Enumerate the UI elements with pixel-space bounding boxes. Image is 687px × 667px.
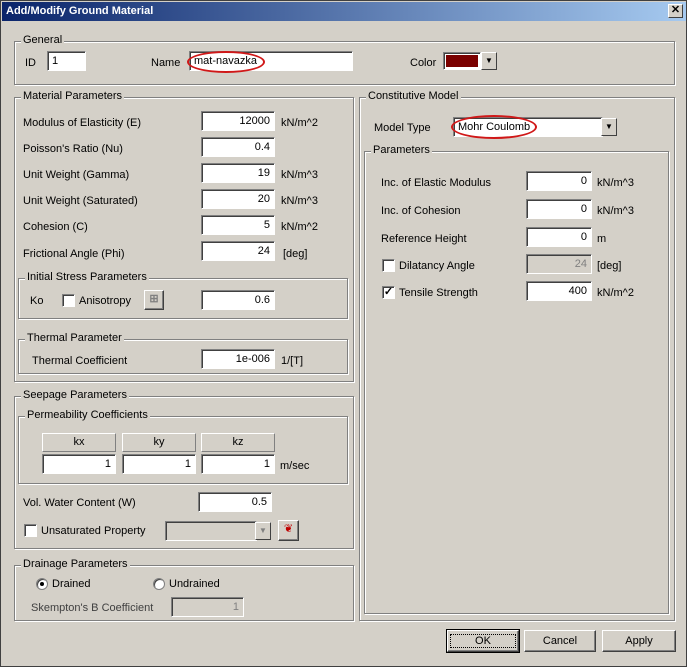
title-bar: Add/Modify Ground Material ✕ — [2, 2, 686, 21]
drainage-legend: Drainage Parameters — [21, 558, 130, 570]
modulus-unit: kN/m^2 — [281, 117, 318, 129]
inc-elastic-modulus-input[interactable]: 0 — [526, 171, 592, 191]
friction-angle-label: Frictional Angle (Phi) — [23, 248, 125, 260]
close-button[interactable]: ✕ — [668, 4, 683, 18]
cohesion-label: Cohesion (C) — [23, 221, 88, 233]
tensile-strength-unit: kN/m^2 — [597, 287, 634, 299]
initial-stress-legend: Initial Stress Parameters — [25, 271, 149, 283]
id-input[interactable]: 1 — [47, 51, 86, 71]
id-label: ID — [25, 57, 36, 69]
tensile-strength-input[interactable]: 400 — [526, 281, 592, 301]
color-swatch — [446, 55, 478, 67]
cohesion-input[interactable]: 5 — [201, 215, 275, 235]
unit-weight-sat-label: Unit Weight (Saturated) — [23, 195, 138, 207]
inc-cohesion-input[interactable]: 0 — [526, 199, 592, 219]
permeability-unit: m/sec — [280, 460, 310, 472]
inc-cohesion-label: Inc. of Cohesion — [381, 205, 461, 217]
modulus-label: Modulus of Elasticity (E) — [23, 117, 141, 129]
friction-angle-input[interactable]: 24 — [201, 241, 275, 261]
tensile-strength-label: Tensile Strength — [399, 287, 478, 299]
anisotropy-label: Anisotropy — [79, 295, 131, 307]
model-type-dropdown-arrow-icon[interactable]: ▼ — [601, 118, 617, 136]
constitutive-legend: Constitutive Model — [366, 90, 461, 102]
unsaturated-property-label: Unsaturated Property — [41, 525, 146, 537]
function-edit-icon: ❦ — [283, 523, 294, 535]
thermal-coefficient-input[interactable]: 1e-006 — [201, 349, 275, 369]
tensile-strength-checkbox[interactable]: ✓ — [382, 286, 395, 299]
reference-height-unit: m — [597, 233, 607, 245]
inc-cohesion-unit: kN/m^3 — [597, 205, 634, 217]
dilatancy-angle-label: Dilatancy Angle — [399, 260, 475, 272]
dilatancy-angle-input[interactable]: 24 — [526, 254, 592, 274]
material-legend: Material Parameters — [21, 90, 125, 102]
apply-button[interactable]: Apply — [602, 630, 676, 652]
anisotropy-edit-button[interactable]: ⊞ — [144, 290, 164, 310]
color-picker[interactable] — [443, 52, 481, 70]
ky-input[interactable]: 1 — [122, 454, 196, 474]
unit-weight-sat-unit: kN/m^3 — [281, 195, 318, 207]
unit-weight-sat-input[interactable]: 20 — [201, 189, 275, 209]
model-type-highlight-ellipse — [451, 115, 537, 139]
skempton-input[interactable]: 1 — [171, 597, 244, 617]
color-dropdown-arrow-icon[interactable]: ▼ — [481, 52, 497, 70]
general-legend: General — [21, 34, 65, 46]
unit-weight-input[interactable]: 19 — [201, 163, 275, 183]
unsaturated-property-checkbox[interactable] — [24, 524, 37, 537]
thermal-coefficient-label: Thermal Coefficient — [32, 355, 128, 367]
inc-elastic-modulus-label: Inc. of Elastic Modulus — [381, 177, 492, 189]
parameters-group: Parameters — [364, 144, 669, 614]
unit-weight-label: Unit Weight (Gamma) — [23, 169, 130, 181]
ky-header: ky — [122, 433, 196, 452]
friction-angle-unit: [deg] — [283, 248, 308, 260]
kz-input[interactable]: 1 — [201, 454, 275, 474]
permeability-legend: Permeability Coefficients — [25, 409, 150, 421]
unsaturated-edit-button[interactable]: ❦ — [278, 520, 299, 541]
window-title: Add/Modify Ground Material — [6, 5, 154, 17]
dialog-window: Add/Modify Ground Material ✕ General ID … — [0, 0, 687, 667]
cohesion-unit: kN/m^2 — [281, 221, 318, 233]
name-highlight-ellipse — [187, 51, 265, 73]
poisson-input[interactable]: 0.4 — [201, 137, 275, 157]
drained-radio[interactable] — [36, 578, 48, 590]
dilatancy-angle-checkbox[interactable] — [382, 259, 395, 272]
model-type-label: Model Type — [374, 122, 431, 134]
ko-input[interactable]: 0.6 — [201, 290, 275, 310]
ok-button[interactable]: OK — [446, 629, 520, 653]
inc-elastic-modulus-unit: kN/m^3 — [597, 177, 634, 189]
table-edit-icon: ⊞ — [149, 293, 159, 305]
skempton-label: Skempton's B Coefficient — [31, 602, 154, 614]
dilatancy-angle-unit: [deg] — [597, 260, 622, 272]
unit-weight-unit: kN/m^3 — [281, 169, 318, 181]
thermal-coefficient-unit: 1/[T] — [281, 355, 304, 367]
reference-height-input[interactable]: 0 — [526, 227, 592, 247]
vol-water-content-input[interactable]: 0.5 — [198, 492, 272, 512]
anisotropy-checkbox[interactable] — [62, 294, 75, 307]
ko-label: Ko — [30, 295, 44, 307]
kx-input[interactable]: 1 — [42, 454, 116, 474]
drained-label: Drained — [52, 578, 91, 590]
parameters-legend: Parameters — [371, 144, 432, 156]
ok-button-label: OK — [450, 634, 516, 648]
name-label: Name — [151, 57, 181, 69]
cancel-button[interactable]: Cancel — [524, 630, 596, 652]
reference-height-label: Reference Height — [381, 233, 467, 245]
color-label: Color — [410, 57, 437, 69]
seepage-legend: Seepage Parameters — [21, 389, 129, 401]
kx-header: kx — [42, 433, 116, 452]
thermal-legend: Thermal Parameter — [25, 332, 124, 344]
poisson-label: Poisson's Ratio (Nu) — [23, 143, 123, 155]
unsaturated-dropdown-arrow-icon[interactable]: ▼ — [255, 522, 271, 540]
modulus-input[interactable]: 12000 — [201, 111, 275, 131]
vol-water-content-label: Vol. Water Content (W) — [23, 497, 136, 509]
undrained-radio[interactable] — [153, 578, 165, 590]
kz-header: kz — [201, 433, 275, 452]
undrained-label: Undrained — [169, 578, 220, 590]
unsaturated-property-select[interactable] — [165, 521, 257, 541]
